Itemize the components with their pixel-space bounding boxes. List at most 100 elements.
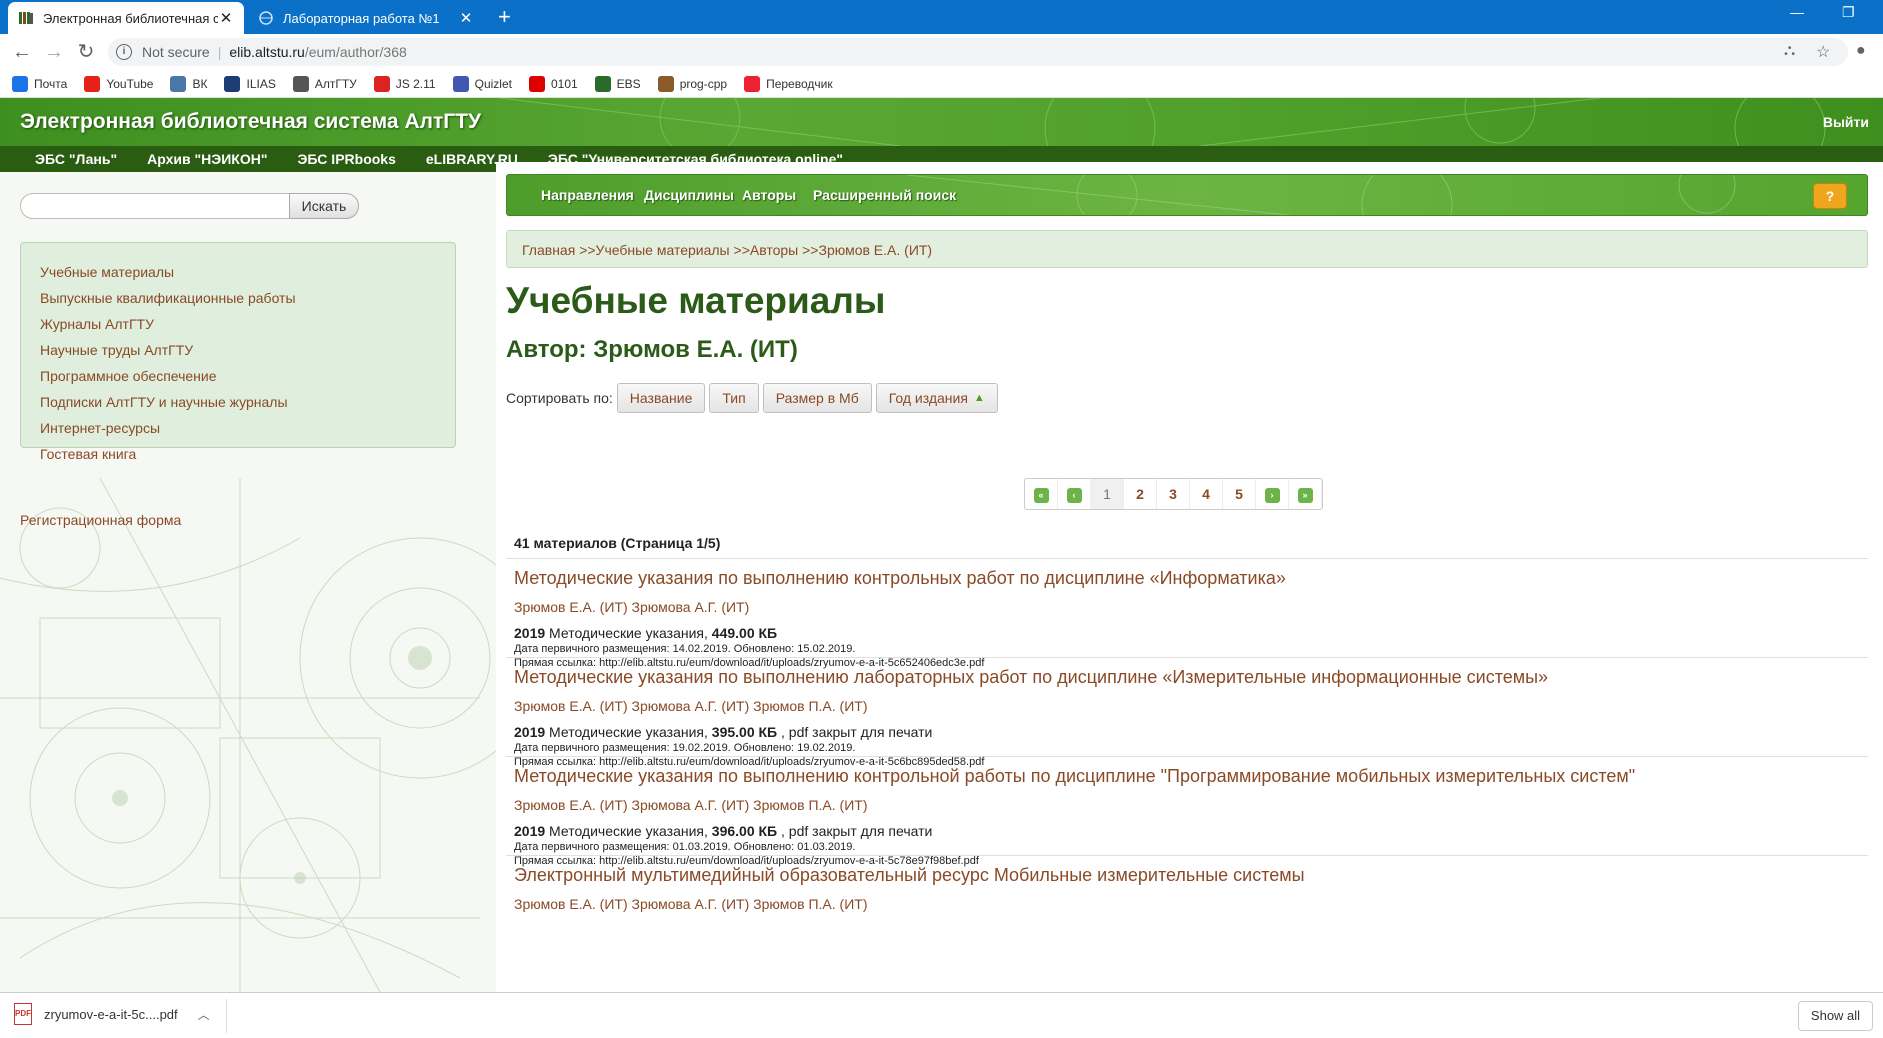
nav-advanced-search[interactable]: Расширенный поиск (813, 187, 956, 203)
nav-disciplines[interactable]: Дисциплины (644, 187, 734, 203)
browser-tab-elib[interactable]: Электронная библиотечная сис ✕ (8, 2, 244, 34)
sidebar-item-scientific-works[interactable]: Научные труды АлтГТУ (40, 337, 455, 363)
material-type: Методические указания, (549, 724, 708, 740)
sidebar-item-graduation-works[interactable]: Выпускные квалификационные работы (40, 285, 455, 311)
sidebar-item-internet-resources[interactable]: Интернет-ресурсы (40, 415, 455, 441)
page-4[interactable]: 4 (1190, 479, 1223, 509)
material-title-link[interactable]: Методические указания по выполнению конт… (514, 766, 1868, 787)
search-button[interactable]: Искать (289, 193, 359, 219)
breadcrumb-authors[interactable]: Авторы (750, 242, 798, 258)
chevron-left-icon: ‹ (1066, 487, 1082, 503)
pdf-file-icon: PDF (14, 1003, 32, 1025)
bookmark-mail[interactable]: Почта (12, 75, 68, 92)
bookmark-quizlet[interactable]: Quizlet (452, 75, 512, 92)
material-dates: Дата первичного размещения: 01.03.2019. … (514, 841, 856, 853)
bookmark-altstu[interactable]: АлтГТУ (292, 75, 357, 92)
url-host: elib.altstu.ru (229, 44, 305, 60)
new-tab-button[interactable]: + (498, 4, 511, 30)
material-item: Методические указания по выполнению лабо… (506, 657, 1868, 768)
download-filename: zryumov-e-a-it-5c....pdf (44, 1006, 178, 1022)
url-text: elib.altstu.ru/eum/author/368 (229, 44, 406, 60)
main-content: Направления Дисциплины Авторы Расширенны… (496, 162, 1883, 992)
material-authors[interactable]: Зрюмов Е.А. (ИТ) Зрюмова А.Г. (ИТ) Зрюмо… (514, 797, 1868, 813)
sort-by-size-button[interactable]: Размер в Мб (762, 383, 872, 413)
bookmark-label: Переводчик (766, 76, 833, 91)
bookmark-vk[interactable]: ВК (170, 75, 207, 92)
info-icon[interactable]: i (116, 44, 132, 60)
books-icon (594, 75, 611, 92)
sidebar-item-subscriptions[interactable]: Подписки АлтГТУ и научные журналы (40, 389, 455, 415)
breadcrumb-materials[interactable]: Учебные материалы (596, 242, 730, 258)
browser-toolbar: ← → ↻ i Not secure | elib.altstu.ru/eum/… (0, 34, 1883, 70)
sidebar-item-educational-materials[interactable]: Учебные материалы (40, 259, 455, 285)
bookmark-label: prog-cpp (679, 76, 728, 91)
sort-option-label: Размер в Мб (775, 390, 859, 406)
download-item[interactable]: PDF zryumov-e-a-it-5c....pdf ︿ (14, 1003, 210, 1025)
nav-directions[interactable]: Направления (541, 187, 634, 203)
bookmark-label: ILIAS (246, 76, 276, 91)
first-page-button[interactable]: « (1025, 479, 1058, 509)
bookmark-label: JS 2.11 (395, 76, 436, 91)
material-title-link[interactable]: Методические указания по выполнению конт… (514, 568, 1868, 589)
bookmark-translate[interactable]: Переводчик (744, 75, 833, 92)
help-button[interactable]: ? (1813, 183, 1847, 209)
restore-icon[interactable]: ❐ (1842, 4, 1855, 21)
sidebar-item-guestbook[interactable]: Гостевая книга (40, 441, 455, 467)
bookmark-ilias[interactable]: ILIAS (224, 75, 276, 92)
material-authors[interactable]: Зрюмов Е.А. (ИТ) Зрюмова А.Г. (ИТ) Зрюмо… (514, 698, 1868, 714)
last-page-button[interactable]: » (1289, 479, 1322, 509)
breadcrumb: Главная >>Учебные материалы >>Авторы >>З… (506, 230, 1868, 268)
profile-icon[interactable]: ● (1856, 42, 1866, 60)
page-2[interactable]: 2 (1124, 479, 1157, 509)
nav-authors[interactable]: Авторы (742, 187, 796, 203)
double-chevron-right-icon: » (1297, 487, 1313, 503)
close-tab-icon[interactable]: ✕ (218, 9, 234, 27)
material-authors[interactable]: Зрюмов Е.А. (ИТ) Зрюмова А.Г. (ИТ) Зрюмо… (514, 896, 1868, 912)
registration-form-link[interactable]: Регистрационная форма (20, 512, 181, 528)
bookmark-js[interactable]: JS 2.11 (373, 75, 436, 92)
next-page-button[interactable]: › (1256, 479, 1289, 509)
ebs-link-lan[interactable]: ЭБС "Лань" (35, 151, 117, 167)
web-page: Электронная библиотечная система АлтГТУ … (0, 98, 1883, 992)
sort-controls: Сортировать по: Название Тип Размер в Мб… (506, 383, 998, 413)
downloads-bar: PDF zryumov-e-a-it-5c....pdf ︿ Show all (0, 992, 1883, 1038)
ebs-link-neikon[interactable]: Архив "НЭИКОН" (147, 151, 267, 167)
material-authors[interactable]: Зрюмов Е.А. (ИТ) Зрюмова А.Г. (ИТ) (514, 599, 1868, 615)
bookmark-prog[interactable]: prog-cpp (657, 75, 728, 92)
tab-title: Электронная библиотечная сис (43, 10, 218, 26)
breadcrumb-home[interactable]: Главная (522, 242, 575, 258)
star-icon[interactable]: ☆ (1816, 42, 1830, 62)
material-title-link[interactable]: Электронный мультимедийный образовательн… (514, 865, 1868, 886)
bookmark-arrow[interactable]: 0101 (528, 75, 578, 92)
sidebar-item-journals[interactable]: Журналы АлтГТУ (40, 311, 455, 337)
reload-icon[interactable]: ↻ (74, 40, 98, 64)
sort-by-type-button[interactable]: Тип (709, 383, 759, 413)
browser-tab-lab[interactable]: Лабораторная работа №1 ✕ (248, 2, 484, 34)
page-3[interactable]: 3 (1157, 479, 1190, 509)
breadcrumb-separator: >> (802, 242, 819, 258)
prog-icon (657, 75, 674, 92)
prev-page-button[interactable]: ‹ (1058, 479, 1091, 509)
back-icon[interactable]: ← (10, 40, 34, 64)
material-title-link[interactable]: Методические указания по выполнению лабо… (514, 667, 1868, 688)
bookmark-books[interactable]: EBS (594, 75, 641, 92)
minimize-icon[interactable]: — (1790, 4, 1804, 20)
translate-icon[interactable]: ⛬ (1784, 42, 1795, 60)
bookmark-label: Почта (34, 76, 68, 91)
search-input[interactable] (20, 193, 290, 219)
sort-by-year-button[interactable]: Год издания ▲ (875, 383, 998, 413)
sidebar-item-software[interactable]: Программное обеспечение (40, 363, 455, 389)
address-bar[interactable]: i Not secure | elib.altstu.ru/eum/author… (108, 38, 1848, 66)
ebs-link-iprbooks[interactable]: ЭБС IPRbooks (297, 151, 395, 167)
page-5[interactable]: 5 (1223, 479, 1256, 509)
chevron-up-icon[interactable]: ︿ (198, 1006, 210, 1023)
close-tab-icon[interactable]: ✕ (458, 9, 474, 27)
sort-by-name-button[interactable]: Название (616, 383, 706, 413)
sort-option-label: Тип (722, 390, 746, 406)
forward-icon[interactable]: → (42, 40, 66, 64)
logout-link[interactable]: Выйти (1823, 114, 1869, 130)
bookmark-youtube[interactable]: YouTube (84, 75, 153, 92)
bookmark-label: 0101 (550, 76, 578, 91)
breadcrumb-author[interactable]: Зрюмов Е.А. (ИТ) (818, 242, 932, 258)
show-all-button[interactable]: Show all (1798, 1001, 1873, 1031)
